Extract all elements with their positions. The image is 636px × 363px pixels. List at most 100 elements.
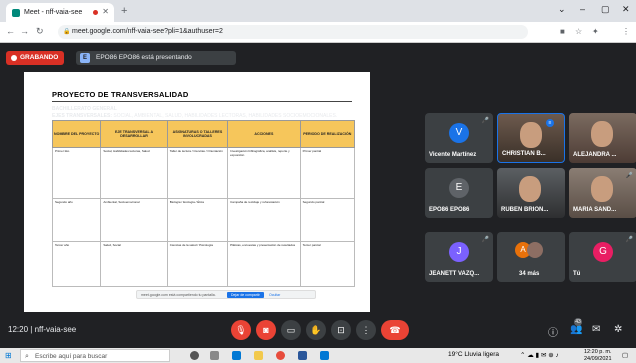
column-header: ACCIONES xyxy=(227,120,301,148)
reload-icon[interactable]: ↻ xyxy=(36,26,44,37)
clock-date: 24/09/2021 xyxy=(584,355,612,362)
participant-name: JEANETT VAZQ... xyxy=(429,271,480,277)
more-participants-tile[interactable]: A 34 más xyxy=(497,232,565,282)
participant-tile[interactable]: ALEJANDRA ... xyxy=(569,113,636,163)
meet-favicon-icon xyxy=(12,8,20,17)
table-cell: Segundo año xyxy=(51,198,102,242)
doc-title: PROYECTO DE TRANSVERSALIDAD xyxy=(52,90,189,99)
close-tab-icon[interactable]: ✕ xyxy=(102,7,109,16)
close-window-button[interactable]: ✕ xyxy=(622,4,630,15)
presenting-label: EPO86 EPO86 está presentando xyxy=(96,54,192,61)
participant-tile[interactable]: E EPO86 EPO86 xyxy=(425,168,493,218)
doc-subtitle: BACHILLERATO GENERAL xyxy=(52,106,117,112)
search-placeholder: Escribe aquí para buscar xyxy=(35,353,108,360)
mic-off-button[interactable]: 🎙 xyxy=(231,320,251,340)
table-row: Primer tiko Social, Habilidades lectoras… xyxy=(51,147,356,199)
file-explorer-icon[interactable] xyxy=(254,351,263,360)
more-participants-label: 34 más xyxy=(519,271,540,277)
browser-tab[interactable]: Meet - nff-vaia-see ✕ xyxy=(6,3,114,22)
extension-icon[interactable]: ✦ xyxy=(592,27,599,36)
more-options-button[interactable]: ⋮ xyxy=(356,320,376,340)
transversality-table: NOMBRE DEL PROYECTO EJE TRANSVERSAL A DE… xyxy=(51,120,356,287)
column-header: PERIODO DE REALIZACIÓN xyxy=(299,120,356,148)
raise-hand-button[interactable]: ✋ xyxy=(306,320,326,340)
table-cell: Segundo parcial xyxy=(299,198,356,242)
table-cell: Salud, Social xyxy=(100,241,168,287)
captions-button[interactable]: ▭ xyxy=(281,320,301,340)
chrome-icon[interactable] xyxy=(276,351,285,360)
participant-tile[interactable]: V 🎤 Vicente Martínez xyxy=(425,113,493,163)
minimize-button[interactable]: – xyxy=(580,4,585,14)
ejes-label: EJES TRANSVERSALES: xyxy=(52,113,113,119)
back-icon[interactable]: ← xyxy=(6,26,15,36)
meeting-time: 12:20 xyxy=(8,325,29,334)
task-view-icon[interactable] xyxy=(210,351,219,360)
hide-notice-button[interactable]: Ocultar xyxy=(265,292,284,298)
speaking-indicator-icon: ≡ xyxy=(546,119,554,127)
maximize-button[interactable]: ▢ xyxy=(601,4,610,15)
leave-call-button[interactable]: ☎ xyxy=(381,320,409,340)
avatar: G xyxy=(593,242,613,262)
table-row: Tercer año Salud, Social Ciencias de la … xyxy=(51,241,356,287)
mic-muted-icon: 🎤 xyxy=(625,173,633,179)
windows-start-icon[interactable]: ⊞ xyxy=(5,351,12,360)
lock-icon: 🔒 xyxy=(63,29,71,35)
participant-tile[interactable]: ≡ CHRISTIAN B... xyxy=(497,113,565,163)
ejes-value: SOCIAL, AMBIENTAL, SALUD, HABILIDADES LE… xyxy=(113,113,338,119)
url-field[interactable]: 🔒 meet.google.com/nff-vaia-see?pli=1&aut… xyxy=(58,25,528,39)
word-icon[interactable] xyxy=(298,351,307,360)
camera-off-button[interactable]: ◙ xyxy=(256,320,276,340)
participant-video xyxy=(591,176,613,202)
cortana-icon[interactable] xyxy=(190,351,199,360)
windows-taskbar: ⊞ ⌕ Escribe aquí para buscar 19°C Lluvia… xyxy=(0,348,636,363)
column-header: EJE TRANSVERSAL A DESARROLLAR xyxy=(100,120,168,148)
camera-icon[interactable]: ■ xyxy=(560,27,565,36)
participant-count-badge: 43 xyxy=(574,318,582,326)
forward-icon[interactable]: → xyxy=(20,26,29,36)
participant-name: ALEJANDRA ... xyxy=(573,152,617,158)
participant-tile[interactable]: RUBEN BRION... xyxy=(497,168,565,218)
table-cell: Social, Habilidades lectoras, Salud xyxy=(100,147,168,199)
info-icon[interactable]: ⓘ xyxy=(548,324,558,339)
browser-tab-strip: Meet - nff-vaia-see ✕ + ⌄ – ▢ ✕ xyxy=(0,0,636,22)
menu-dots-icon[interactable]: ⋮ xyxy=(622,27,630,36)
new-tab-button[interactable]: + xyxy=(121,5,127,17)
table-cell: Biología / Ecología / Ética xyxy=(166,198,229,242)
mic-muted-icon: 🎤 xyxy=(625,237,633,243)
table-cell: Taller de lectura / Ciencias / Orientaci… xyxy=(166,147,229,199)
present-now-button[interactable]: ⊡ xyxy=(331,320,351,340)
table-cell: Ciencias de la salud / Psicología xyxy=(166,241,229,287)
participant-name: MARIA SAND... xyxy=(573,207,617,213)
meeting-code: nff-vaia-see xyxy=(34,325,77,334)
weather-widget[interactable]: 19°C Lluvia ligera xyxy=(448,351,499,358)
screen-share-notice: meet.google.com está compartiendo tu pan… xyxy=(136,290,316,299)
recording-badge: GRABANDO xyxy=(6,51,65,65)
table-cell: Primer tiko xyxy=(51,147,102,199)
tray-icons[interactable]: ⌃ ☁ ▮ ✉ ⊕ ♪ xyxy=(520,351,559,359)
presenting-banner: E EPO86 EPO86 está presentando xyxy=(76,51,236,65)
participant-tile[interactable]: 🎤 MARIA SAND... xyxy=(569,168,636,218)
edge-icon[interactable] xyxy=(232,351,241,360)
store-icon[interactable] xyxy=(320,351,329,360)
table-cell: Tercer parcial xyxy=(299,241,356,287)
table-cell: Pláticas, encuestas y presentación de re… xyxy=(227,241,301,287)
chat-icon[interactable]: ✉ xyxy=(592,324,600,335)
bookmark-star-icon[interactable]: ☆ xyxy=(575,27,582,36)
participant-tile[interactable]: J 🎤 JEANETT VAZQ... xyxy=(425,232,493,282)
tab-search-icon[interactable]: ⌄ xyxy=(558,4,566,15)
table-cell: Primer parcial xyxy=(299,147,356,199)
activities-icon[interactable]: ✲ xyxy=(614,324,622,335)
taskbar-clock[interactable]: 12:20 p. m. 24/09/2021 xyxy=(584,349,612,362)
avatar: E xyxy=(449,178,469,198)
notifications-icon[interactable]: ▢ xyxy=(622,351,628,359)
participant-video xyxy=(591,121,613,147)
self-tile[interactable]: G 🎤 Tú xyxy=(569,232,636,282)
taskbar-search[interactable]: ⌕ Escribe aquí para buscar xyxy=(20,349,170,362)
participant-name: EPO86 EPO86 xyxy=(429,207,470,213)
participant-name: Vicente Martínez xyxy=(429,152,477,158)
participant-video xyxy=(520,122,542,148)
clock-time: 12:20 p. m. xyxy=(584,349,612,355)
avatar: J xyxy=(449,242,469,262)
stop-sharing-button[interactable]: Dejar de compartir xyxy=(227,292,264,298)
meeting-info: 12:20 | nff-vaia-see xyxy=(8,325,76,334)
